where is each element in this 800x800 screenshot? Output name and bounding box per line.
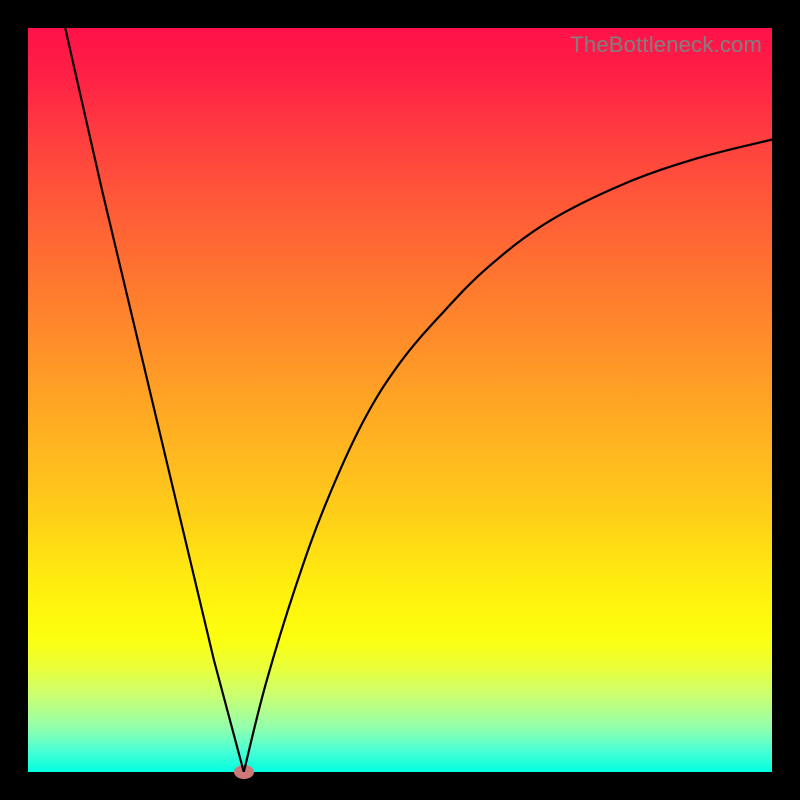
curve-path [65,28,772,772]
bottleneck-curve [28,28,772,772]
attribution-label: TheBottleneck.com [570,32,762,58]
chart-frame: TheBottleneck.com [0,0,800,800]
plot-area: TheBottleneck.com [28,28,772,772]
